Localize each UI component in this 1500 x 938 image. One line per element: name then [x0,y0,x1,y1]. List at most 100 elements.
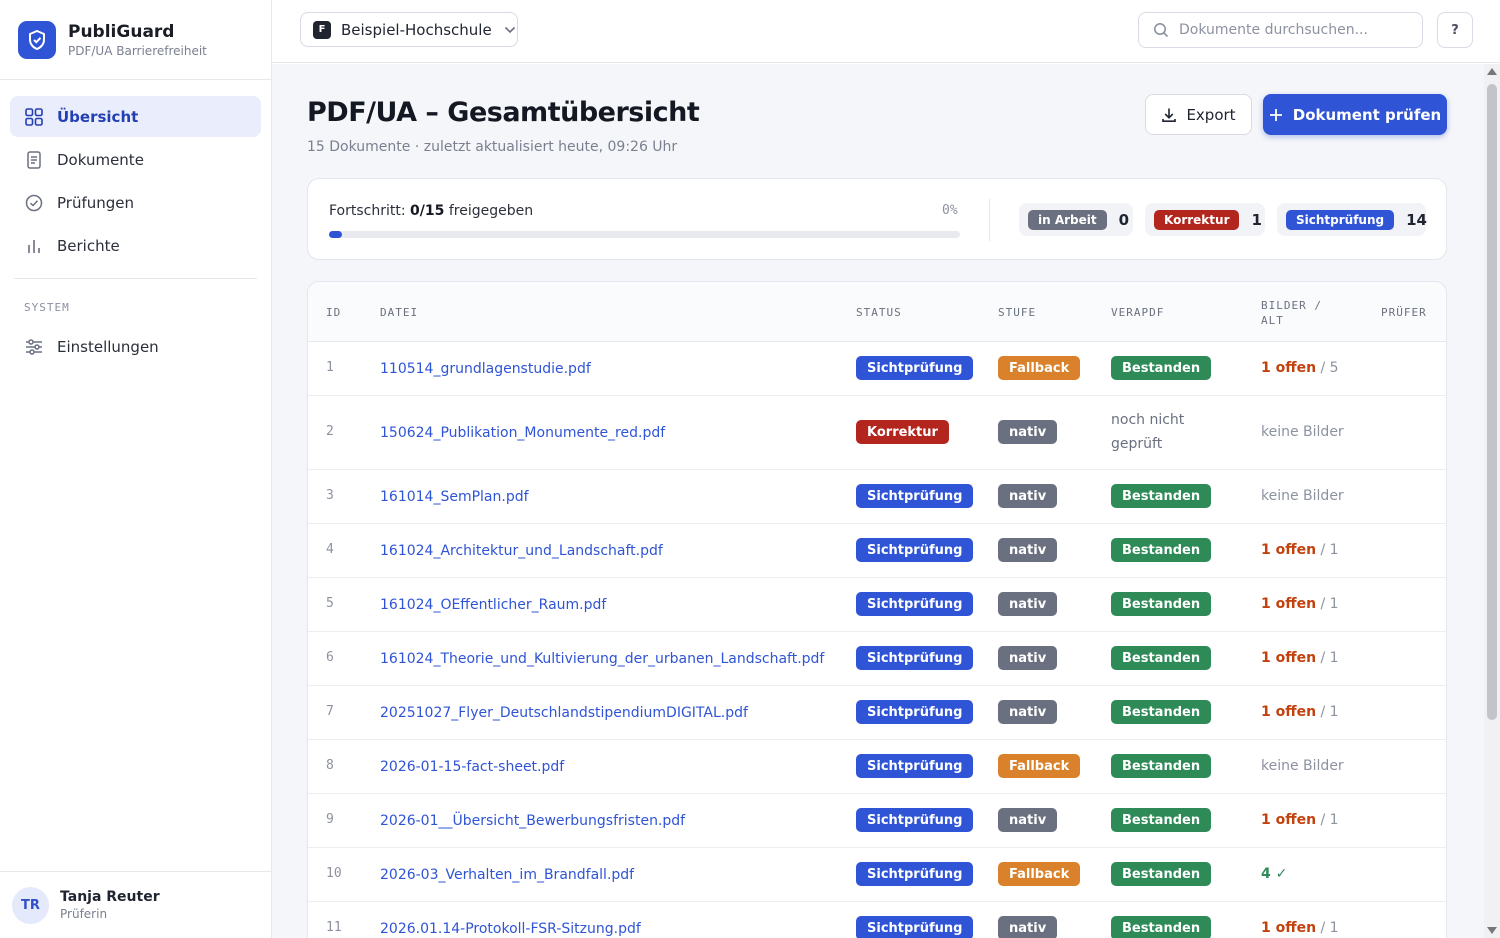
file-link[interactable]: 161014_SemPlan.pdf [380,489,529,505]
images-total: / 1 [1320,812,1339,828]
table-row[interactable]: 3 161014_SemPlan.pdf Sichtprüfung nativ Best… [308,470,1446,524]
status-chip-korrektur[interactable]: Korrektur 1 [1145,203,1265,236]
table-row[interactable]: 1 110514_grundlagenstudie.pdf Sichtprüfung… [308,342,1446,396]
progress-label: Fortschritt: 0/15 freigegeben [329,203,533,219]
file-link[interactable]: 161024_Architektur_und_Landschaft.pdf [380,543,663,559]
verapdf-badge: Bestanden [1111,538,1212,562]
cell-id: 11 [326,920,342,935]
images-alt-status: 1 offen / 1 [1261,920,1339,936]
verapdf-badge: Bestanden [1111,646,1212,670]
images-open-count: 1 offen [1261,650,1317,666]
cell-id: 8 [326,758,334,773]
sidebar-item-dokumente[interactable]: Dokumente [10,139,261,180]
images-total: / 1 [1320,596,1339,612]
stufe-badge: nativ [998,916,1058,938]
column-header-id[interactable]: ID [326,305,341,320]
sidebar-nav: Übersicht Dokumente Prüfungen Berichte [0,80,271,266]
cell-id: 6 [326,650,334,665]
grid-icon [24,107,44,127]
table-header: ID DATEI STATUS STUFE VERAPDF BILDER / AL… [308,282,1446,342]
section-label-system: SYSTEM [24,301,70,314]
images-open-count: 1 offen [1261,920,1317,936]
column-header-bilder-alt[interactable]: BILDER / ALT [1261,298,1322,328]
file-link[interactable]: 20251027_Flyer_DeutschlandstipendiumDIGI… [380,705,748,721]
brand-title: PubliGuard [68,21,175,42]
verapdf-badge: Bestanden [1111,356,1212,380]
stufe-badge: Fallback [998,862,1081,886]
stufe-badge: nativ [998,592,1058,616]
status-badge: Sichtprüfung [856,754,974,778]
organization-switcher[interactable]: F Beispiel-Hochschule [300,12,518,47]
images-open-count: 1 offen [1261,812,1317,828]
stufe-badge: nativ [998,538,1058,562]
file-link[interactable]: 2026-01-15-fact-sheet.pdf [380,759,564,775]
table-row[interactable]: 6 161024_Theorie_und_Kultivierung_der_urb… [308,632,1446,686]
page-title: PDF/UA – Gesamtübersicht [307,97,700,128]
cell-id: 10 [326,866,342,881]
check-circle-icon [24,193,44,213]
images-alt-status: keine Bilder [1261,758,1344,774]
status-badge: Sichtprüfung [856,592,974,616]
images-open-count: 1 offen [1261,360,1317,376]
file-link[interactable]: 2026-03_Verhalten_im_Brandfall.pdf [380,867,634,883]
status-chip-in-arbeit[interactable]: in Arbeit 0 [1019,203,1133,236]
sidebar-item-pruefungen[interactable]: Prüfungen [10,182,261,223]
table-row[interactable]: 7 20251027_Flyer_DeutschlandstipendiumDIG… [308,686,1446,740]
table-row[interactable]: 10 2026-03_Verhalten_im_Brandfall.pdf Sich… [308,848,1446,902]
cell-id: 1 [326,360,334,375]
verapdf-badge: Bestanden [1111,754,1212,778]
sidebar-item-label: Berichte [57,236,120,255]
images-alt-status: keine Bilder [1261,488,1344,504]
images-alt-status: 1 offen / 1 [1261,542,1339,558]
images-open-count: 1 offen [1261,542,1317,558]
column-header-verapdf[interactable]: VERAPDF [1111,305,1164,320]
images-alt-status: 1 offen / 1 [1261,596,1339,612]
table-body: 1 110514_grundlagenstudie.pdf Sichtprüfung… [308,342,1446,938]
file-link[interactable]: 161024_OEffentlicher_Raum.pdf [380,597,606,613]
search-input[interactable]: Dokumente durchsuchen... [1138,12,1423,48]
help-button[interactable]: ? [1437,12,1473,48]
export-button[interactable]: Export [1145,94,1252,135]
images-alt-status: 1 offen / 1 [1261,650,1339,666]
file-link[interactable]: 110514_grundlagenstudie.pdf [380,361,591,377]
column-header-status[interactable]: STATUS [856,305,902,320]
stufe-badge: nativ [998,420,1058,444]
table-row[interactable]: 4 161024_Architektur_und_Landschaft.pdf Si… [308,524,1446,578]
table-row[interactable]: 11 2026.01.14-Protokoll-FSR-Sitzung.pdf Si… [308,902,1446,938]
brand[interactable]: PubliGuard PDF/UA Barrierefreiheit [0,0,271,80]
column-header-stufe[interactable]: STUFE [998,305,1036,320]
table-row[interactable]: 5 161024_OEffentlicher_Raum.pdf Sichtprüfu… [308,578,1446,632]
search-placeholder: Dokumente durchsuchen... [1179,22,1368,38]
chevron-down-icon [504,26,516,34]
scroll-up-arrow-icon[interactable] [1487,68,1497,75]
status-badge: Korrektur [1154,209,1240,230]
check-document-label: Dokument prüfen [1292,105,1442,124]
sidebar-item-uebersicht[interactable]: Übersicht [10,96,261,137]
status-count: 1 [1251,210,1262,229]
column-header-file[interactable]: DATEI [380,305,418,320]
sidebar-item-berichte[interactable]: Berichte [10,225,261,266]
check-document-button[interactable]: Dokument prüfen [1263,94,1447,135]
file-link[interactable]: 2026.01.14-Protokoll-FSR-Sitzung.pdf [380,921,641,937]
scrollbar[interactable] [1484,64,1500,938]
images-alt-status: 1 offen / 1 [1261,704,1339,720]
scrollbar-thumb[interactable] [1487,84,1497,720]
status-badge: Sichtprüfung [856,808,974,832]
sidebar-item-einstellungen[interactable]: Einstellungen [10,326,261,367]
column-header-pruefer[interactable]: PRÜFER [1381,305,1427,320]
stufe-badge: Fallback [998,754,1081,778]
scroll-down-arrow-icon[interactable] [1487,927,1497,934]
file-link[interactable]: 161024_Theorie_und_Kultivierung_der_urba… [380,651,824,667]
status-badge: Sichtprüfung [1286,209,1395,230]
main-content: PDF/UA – Gesamtübersicht 15 Dokumente · … [272,64,1484,938]
search-icon [1153,22,1169,38]
table-row[interactable]: 2 150624_Publikation_Monumente_red.pdf Kor… [308,396,1446,470]
table-row[interactable]: 9 2026-01__Übersicht_Bewerbungsfristen.pd… [308,794,1446,848]
status-badge: in Arbeit [1028,209,1107,230]
table-row[interactable]: 8 2026-01-15-fact-sheet.pdf Sichtprüfung Fa… [308,740,1446,794]
file-link[interactable]: 150624_Publikation_Monumente_red.pdf [380,425,665,441]
file-link[interactable]: 2026-01__Übersicht_Bewerbungsfristen.pdf [380,813,685,829]
avatar: TR [12,886,49,924]
user-profile[interactable]: TR Tanja Reuter Prüferin [0,871,271,938]
status-chip-sichtpruefung[interactable]: Sichtprüfung 14 [1277,203,1427,236]
